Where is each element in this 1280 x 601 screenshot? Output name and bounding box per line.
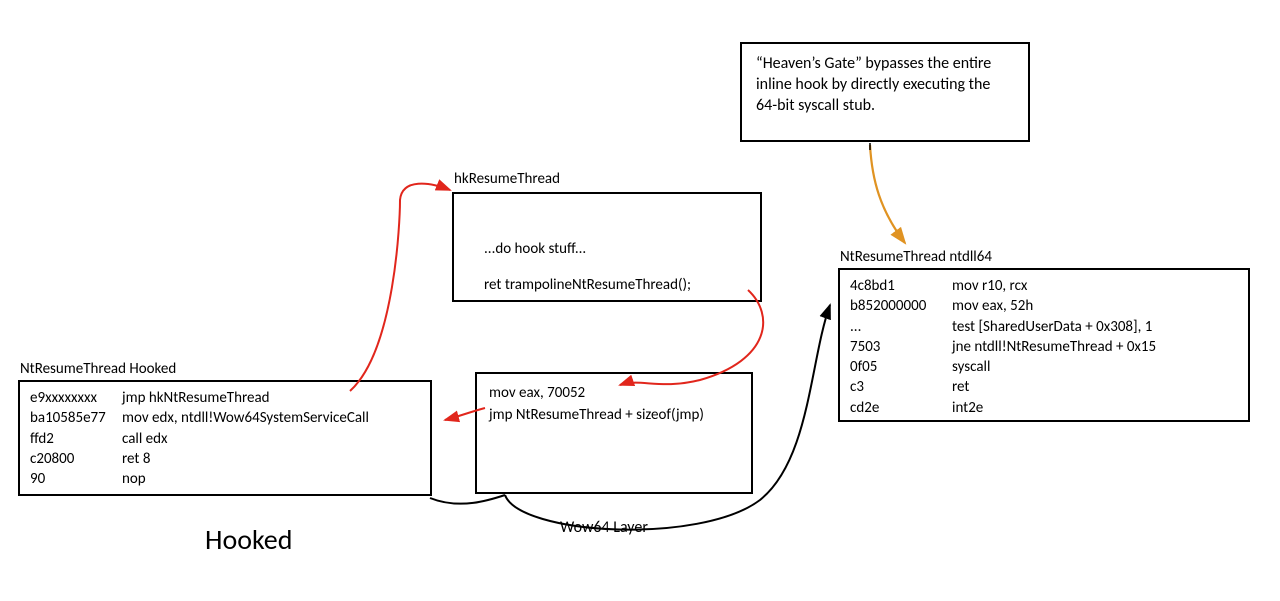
asm-text: ret [952, 377, 1238, 397]
hex-bytes: b852000000 [850, 296, 952, 316]
asm-text: test [SharedUserData + 0x308], 1 [952, 317, 1238, 337]
wow64-label: Wow64 Layer [560, 518, 648, 537]
ntdll64-code-row: 4c8bd1mov r10, rcx [850, 276, 1238, 296]
hkresumethread-title: hkResumeThread [454, 170, 560, 188]
hooked-code-row: 90nop [30, 469, 420, 489]
asm-text: mov edx, ntdll!Wow64SystemServiceCall [122, 408, 420, 428]
asm-text: mov eax, 52h [952, 296, 1238, 316]
hex-bytes: 4c8bd1 [850, 276, 952, 296]
hex-bytes: e9xxxxxxxx [30, 388, 122, 408]
asm-text: nop [122, 469, 420, 489]
hex-bytes: ffd2 [30, 429, 122, 449]
ntdll64-code-row: cd2eint2e [850, 398, 1238, 418]
asm-text: jne ntdll!NtResumeThread + 0x15 [952, 337, 1238, 357]
arrow-hk-to-trampoline [620, 290, 763, 385]
trampoline-line2: jmp NtResumeThread + sizeof(jmp) [489, 406, 739, 424]
asm-text: ret 8 [122, 449, 420, 469]
ntdll64-code-row: c3ret [850, 377, 1238, 397]
hex-bytes: 7503 [850, 337, 952, 357]
asm-text: jmp hkNtResumeThread [122, 388, 420, 408]
hex-bytes: ... [850, 317, 952, 337]
hooked-big-label: Hooked [205, 522, 292, 557]
hooked-code-row: e9xxxxxxxxjmp hkNtResumeThread [30, 388, 420, 408]
hex-bytes: 0f05 [850, 357, 952, 377]
ntdll64-code-row: ...test [SharedUserData + 0x308], 1 [850, 317, 1238, 337]
hooked-code-row: ba10585e77mov edx, ntdll!Wow64SystemServ… [30, 408, 420, 428]
asm-text: int2e [952, 398, 1238, 418]
hooked-code-row: ffd2call edx [30, 429, 420, 449]
hkresumethread-body2: ret trampolineNtResumeThread(); [484, 276, 750, 294]
hkresumethread-body1: ...do hook stuff... [484, 240, 750, 258]
arrow-hooked-to-hk [350, 184, 450, 391]
asm-text: syscall [952, 357, 1238, 377]
asm-text: mov r10, rcx [952, 276, 1238, 296]
trampoline-box: mov eax, 70052 jmp NtResumeThread + size… [475, 372, 753, 494]
hooked-code-row: c20800ret 8 [30, 449, 420, 469]
ntdll64-code-row: 7503jne ntdll!NtResumeThread + 0x15 [850, 337, 1238, 357]
hex-bytes: 90 [30, 469, 122, 489]
hkresumethread-box: ...do hook stuff... ret trampolineNtResu… [452, 192, 762, 302]
underline-wow64 [430, 495, 505, 504]
ntdll64-box: 4c8bd1mov r10, rcxb852000000mov eax, 52h… [838, 268, 1250, 422]
hex-bytes: c3 [850, 377, 952, 397]
hex-bytes: ba10585e77 [30, 408, 122, 428]
asm-text: call edx [122, 429, 420, 449]
callout-box: “Heaven’s Gate” bypasses the entire inli… [740, 42, 1030, 142]
hooked-title: NtResumeThread Hooked [20, 360, 176, 378]
hex-bytes: cd2e [850, 398, 952, 418]
trampoline-line1: mov eax, 70052 [489, 384, 739, 402]
hooked-box: e9xxxxxxxxjmp hkNtResumeThreadba10585e77… [18, 380, 432, 496]
callout-text: “Heaven’s Gate” bypasses the entire inli… [756, 54, 991, 115]
ntdll64-title: NtResumeThread ntdll64 [840, 248, 992, 266]
ntdll64-code-row: 0f05syscall [850, 357, 1238, 377]
arrow-callout-to-ntdll64 [870, 145, 905, 243]
hex-bytes: c20800 [30, 449, 122, 469]
ntdll64-code-row: b852000000mov eax, 52h [850, 296, 1238, 316]
